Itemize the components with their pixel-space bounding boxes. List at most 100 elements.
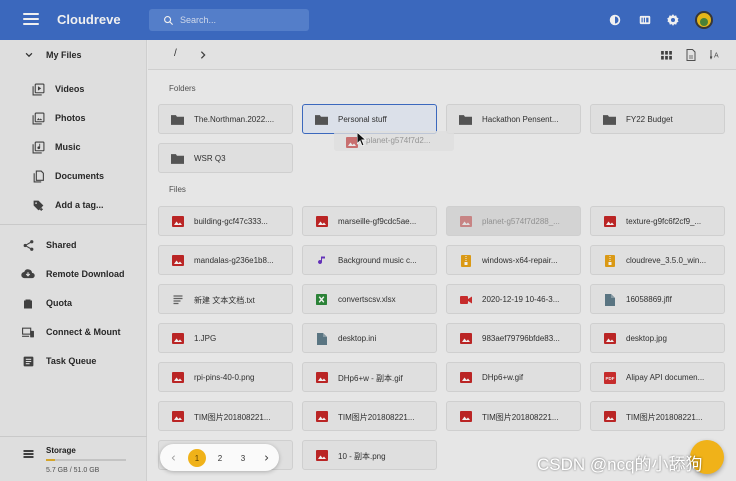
file-name: Alipay API documen... (626, 373, 705, 382)
watermark-text: CSDN @ncq的小舔狗 (537, 455, 703, 474)
documents-icon (31, 169, 45, 183)
image-icon (603, 215, 616, 228)
file-card[interactable]: TIM图片201808221... (158, 401, 293, 431)
page-button[interactable]: 2 (211, 449, 229, 467)
chevron-right-icon[interactable] (198, 48, 210, 62)
breadcrumb-root[interactable]: / (174, 48, 177, 59)
storage-label: Storage (46, 446, 76, 455)
sidebar-item-photos[interactable]: Photos (0, 106, 147, 130)
file-card[interactable]: cloudreve_3.5.0_win... (590, 245, 725, 275)
file-card[interactable]: planet-g574f7d288_... (446, 206, 581, 236)
file-card[interactable]: DHp6+w.gif (446, 362, 581, 392)
page-button[interactable]: 1 (188, 449, 206, 467)
task-list-icon[interactable] (637, 12, 653, 28)
image-icon (171, 371, 184, 384)
sidebar-item-connect-mount[interactable]: Connect & Mount (0, 320, 147, 344)
image-icon (315, 449, 328, 462)
file-card[interactable]: mandalas-g236e1b8... (158, 245, 293, 275)
file-card[interactable]: TIM图片201808221... (590, 401, 725, 431)
folder-name: FY22 Budget (626, 115, 673, 124)
file-name: convertscsv.xlsx (338, 295, 396, 304)
search-input[interactable] (180, 15, 300, 25)
folder-name: Personal stuff (338, 115, 387, 124)
image-icon (315, 371, 328, 384)
file-card[interactable]: Background music c... (302, 245, 437, 275)
file-card[interactable]: windows-x64-repair... (446, 245, 581, 275)
file-card[interactable]: TIM图片201808221... (302, 401, 437, 431)
file-name: planet-g574f7d288_... (482, 217, 560, 226)
search-box[interactable] (149, 9, 309, 31)
file-name: TIM图片201808221... (194, 413, 271, 422)
search-icon (164, 15, 174, 25)
file-card[interactable]: 1.JPG (158, 323, 293, 353)
file-card[interactable]: desktop.jpg (590, 323, 725, 353)
file-info-icon[interactable] (684, 48, 698, 62)
file-icon (603, 293, 616, 306)
previous-page-icon[interactable] (164, 449, 182, 467)
image-icon (171, 410, 184, 423)
files-section-title: Files (169, 185, 186, 194)
file-name: desktop.ini (338, 334, 377, 343)
archive-icon (459, 254, 472, 267)
file-card[interactable]: 2020-12-19 10-46-3... (446, 284, 581, 314)
file-card[interactable]: 983aef79796bfde83... (446, 323, 581, 353)
sort-icon[interactable]: A (709, 48, 723, 62)
file-name: 16058869.jflf (626, 295, 672, 304)
folder-card[interactable]: WSR Q3 (158, 143, 293, 173)
file-card[interactable]: building-gcf47c333... (158, 206, 293, 236)
sidebar-item-label: Music (55, 142, 81, 152)
task-queue-icon (21, 354, 35, 368)
file-card[interactable]: PDF Alipay API documen... (590, 362, 725, 392)
grid-view-icon[interactable] (659, 48, 673, 62)
sidebar-item-label: Task Queue (46, 356, 97, 366)
devices-icon (21, 325, 35, 339)
photo-library-icon (31, 111, 45, 125)
image-icon (171, 254, 184, 267)
next-page-icon[interactable] (257, 449, 275, 467)
sidebar-item-videos[interactable]: Videos (0, 77, 147, 101)
sidebar: My Files Videos Photos Music Documents A… (0, 40, 147, 481)
folder-icon (459, 113, 472, 126)
sidebar-item-task-queue[interactable]: Task Queue (0, 349, 147, 373)
folder-card[interactable]: The.Northman.2022.... (158, 104, 293, 134)
theme-toggle-icon[interactable] (607, 12, 623, 28)
file-card[interactable]: convertscsv.xlsx (302, 284, 437, 314)
file-name: marseille-gf9cdc5ae... (338, 217, 417, 226)
sidebar-item-quota[interactable]: Quota (0, 291, 147, 315)
file-card[interactable]: texture-g9fc6f2cf9_... (590, 206, 725, 236)
sidebar-item-remote-download[interactable]: Remote Download (0, 262, 147, 286)
sidebar-item-shared[interactable]: Shared (0, 233, 147, 257)
storage-panel[interactable]: Storage 5.7 GB / 51.0 GB (0, 438, 147, 481)
file-card[interactable]: marseille-gf9cdc5ae... (302, 206, 437, 236)
archive-icon (603, 254, 616, 267)
sidebar-item-documents[interactable]: Documents (0, 164, 147, 188)
sidebar-item-add-tag[interactable]: Add a tag... (0, 193, 147, 217)
file-card[interactable]: DHp6+w - 副本.gif (302, 362, 437, 392)
folder-card[interactable]: Hackathon Pensent... (446, 104, 581, 134)
file-card[interactable]: rpi-pins-40-0.png (158, 362, 293, 392)
quota-icon (21, 296, 35, 310)
image-icon (315, 215, 328, 228)
excel-icon (315, 293, 328, 306)
storage-icon (22, 447, 35, 465)
user-avatar[interactable] (695, 11, 713, 29)
file-card[interactable]: 16058869.jflf (590, 284, 725, 314)
image-icon (171, 332, 184, 345)
file-name: 新建 文本文档.txt (194, 296, 255, 305)
file-card[interactable]: 10 - 副本.png (302, 440, 437, 470)
sidebar-item-my-files[interactable]: My Files (0, 43, 147, 67)
pagination: 1 2 3 (160, 444, 279, 471)
file-card[interactable]: 新建 文本文档.txt (158, 284, 293, 314)
settings-icon[interactable] (665, 12, 681, 28)
image-icon (603, 410, 616, 423)
folder-card[interactable]: FY22 Budget (590, 104, 725, 134)
file-name: 2020-12-19 10-46-3... (482, 295, 560, 304)
chevron-down-icon[interactable] (22, 48, 36, 62)
folder-card[interactable]: Personal stuff (302, 104, 437, 134)
drag-preview: planet-g574f7d2... (334, 131, 454, 151)
menu-icon[interactable] (23, 13, 39, 27)
file-card[interactable]: TIM图片201808221... (446, 401, 581, 431)
file-card[interactable]: desktop.ini (302, 323, 437, 353)
sidebar-item-music[interactable]: Music (0, 135, 147, 159)
page-button[interactable]: 3 (234, 449, 252, 467)
